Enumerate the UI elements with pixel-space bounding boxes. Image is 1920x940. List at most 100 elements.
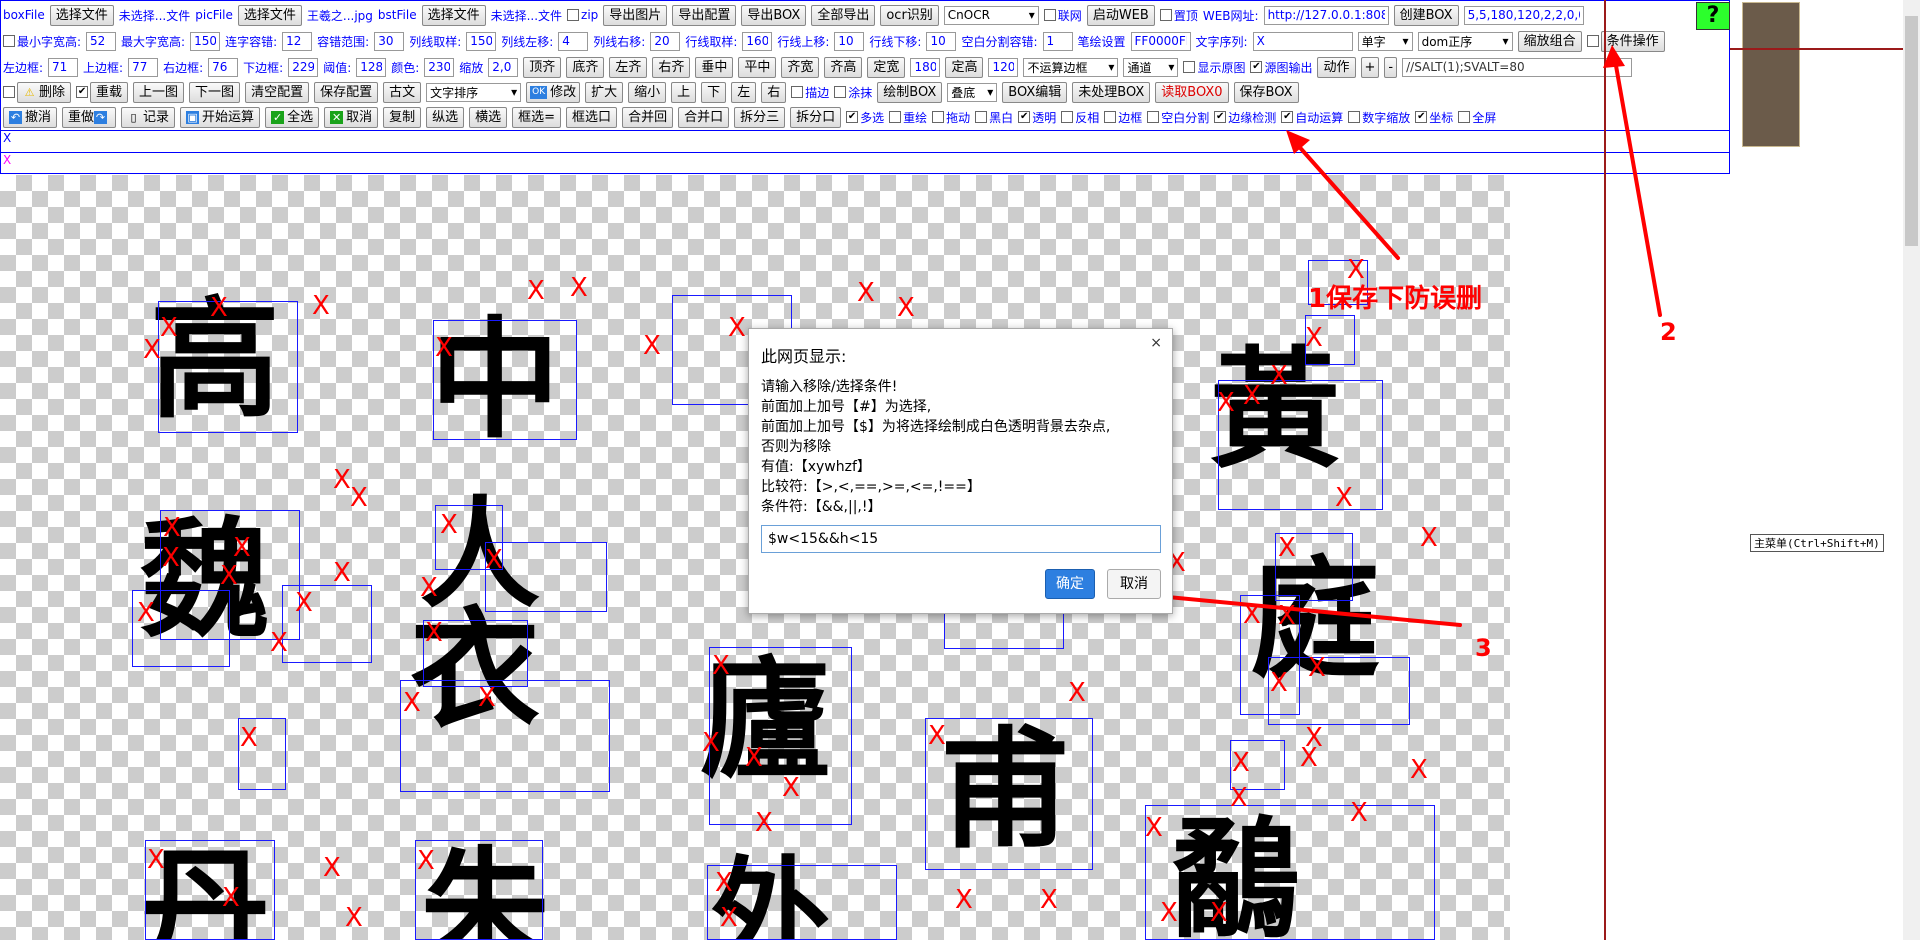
export-all-button[interactable]: 全部导出 bbox=[811, 4, 876, 26]
x-mark[interactable]: X bbox=[1335, 485, 1353, 511]
pen-color-input[interactable] bbox=[1130, 31, 1191, 51]
show-original-checkbox[interactable]: 显示原图 bbox=[1183, 59, 1245, 76]
color-input[interactable] bbox=[424, 57, 455, 77]
web-url-input[interactable] bbox=[1263, 5, 1389, 25]
fullscreen-checkbox[interactable]: 全屏 bbox=[1458, 109, 1496, 126]
source-output-checkbox[interactable]: 源图输出 bbox=[1250, 59, 1312, 76]
x-mark[interactable]: X bbox=[220, 563, 238, 589]
outline-checkbox[interactable]: 描边 bbox=[791, 84, 829, 101]
x-mark[interactable]: X bbox=[1232, 750, 1250, 776]
vertical-select-button[interactable]: 纵选 bbox=[426, 106, 465, 128]
equal-width-button[interactable]: 齐宽 bbox=[781, 56, 820, 78]
box-edit-button[interactable]: BOX编辑 bbox=[1002, 81, 1068, 103]
col-right-input[interactable] bbox=[650, 31, 681, 51]
char-box[interactable] bbox=[485, 542, 607, 612]
save-box-button[interactable]: 保存BOX bbox=[1233, 81, 1299, 103]
text-seq-input[interactable] bbox=[1252, 31, 1353, 51]
x-mark[interactable]: X bbox=[160, 315, 178, 341]
ok-button[interactable]: 确定 bbox=[1045, 569, 1095, 599]
text-sort-select[interactable]: 文字排序 ▾ bbox=[426, 82, 522, 102]
prev-image-button[interactable]: 上一图 bbox=[133, 81, 185, 103]
border-calc-select[interactable]: 不运算边框 ▾ bbox=[1023, 57, 1119, 77]
x-mark[interactable]: X bbox=[1350, 800, 1368, 826]
x-mark[interactable]: X bbox=[222, 885, 240, 911]
coordinates-checkbox[interactable]: 坐标 bbox=[1415, 109, 1453, 126]
copy-button[interactable]: 复制 bbox=[383, 106, 422, 128]
move-down-button[interactable]: 下 bbox=[701, 81, 727, 103]
x-mark[interactable]: X bbox=[1270, 363, 1288, 389]
unprocessed-box-button[interactable]: 未处理BOX bbox=[1072, 81, 1151, 103]
x-mark[interactable]: X bbox=[312, 293, 330, 319]
drag-checkbox[interactable]: 拖动 bbox=[932, 109, 970, 126]
x-mark[interactable]: X bbox=[417, 848, 435, 874]
x-mark[interactable]: X bbox=[420, 575, 438, 601]
undo-button[interactable]: ↶ 撤消 bbox=[3, 106, 58, 128]
choose-pic-file-button[interactable]: 选择文件 bbox=[237, 4, 302, 26]
choose-box-file-button[interactable]: 选择文件 bbox=[49, 4, 114, 26]
plus-button[interactable]: + bbox=[1360, 56, 1380, 78]
align-top-button[interactable]: 顶齐 bbox=[523, 56, 562, 78]
move-right-button[interactable]: 右 bbox=[761, 81, 787, 103]
salt-expression-input[interactable] bbox=[1402, 57, 1633, 77]
save-config-button[interactable]: 保存配置 bbox=[314, 81, 379, 103]
x-mark[interactable]: X bbox=[1278, 535, 1296, 561]
x-mark[interactable]: X bbox=[478, 685, 496, 711]
tol-range-input[interactable] bbox=[374, 31, 405, 51]
x-mark[interactable]: X bbox=[755, 810, 773, 836]
x-mark[interactable]: X bbox=[570, 275, 588, 301]
x-mark[interactable]: X bbox=[425, 620, 443, 646]
scrollbar-thumb[interactable] bbox=[1905, 16, 1918, 246]
threshold-input[interactable] bbox=[356, 57, 387, 77]
x-mark[interactable]: X bbox=[210, 295, 228, 321]
start-web-button[interactable]: 启动WEB bbox=[1086, 4, 1155, 26]
stack-bottom-select[interactable]: 叠底 ▾ bbox=[947, 82, 998, 102]
x-mark[interactable]: X bbox=[270, 630, 288, 656]
equal-height-button[interactable]: 齐高 bbox=[824, 56, 863, 78]
x-mark[interactable]: X bbox=[323, 855, 341, 881]
x-mark[interactable]: X bbox=[857, 280, 875, 306]
auto-calc-checkbox[interactable]: 自动运算 bbox=[1281, 109, 1343, 126]
zoom-combine-button[interactable]: 缩放组合 bbox=[1517, 30, 1582, 52]
x-mark[interactable]: X bbox=[147, 847, 165, 873]
enlarge-button[interactable]: 扩大 bbox=[585, 81, 624, 103]
pin-top-checkbox[interactable]: 置顶 bbox=[1159, 7, 1198, 24]
cancel-select-button[interactable]: ✕ 取消 bbox=[324, 106, 379, 128]
fix-width-button[interactable]: 定宽 bbox=[867, 56, 906, 78]
right-margin-input[interactable] bbox=[208, 57, 239, 77]
delete-checkbox[interactable] bbox=[3, 86, 15, 98]
image-thumbnail[interactable] bbox=[1742, 2, 1800, 147]
x-mark[interactable]: X bbox=[345, 905, 363, 931]
char-box[interactable] bbox=[925, 718, 1093, 870]
x-mark[interactable]: X bbox=[712, 653, 730, 679]
reload-checkbox[interactable] bbox=[76, 86, 89, 98]
x-mark[interactable]: X bbox=[440, 512, 458, 538]
clear-config-button[interactable]: 清空配置 bbox=[245, 81, 310, 103]
condition-input[interactable]: $w<15&&h<15 bbox=[761, 525, 1161, 553]
modify-button[interactable]: OK 修改 bbox=[526, 81, 581, 103]
min-width-input[interactable] bbox=[86, 31, 117, 51]
multi-select-checkbox[interactable]: 多选 bbox=[846, 109, 884, 126]
x-mark[interactable]: X bbox=[643, 333, 661, 359]
edge-detect-checkbox[interactable]: 边缘检测 bbox=[1214, 109, 1276, 126]
fix-width-input[interactable] bbox=[910, 57, 941, 77]
left-margin-input[interactable] bbox=[48, 57, 79, 77]
main-menu-hint[interactable]: 主菜单(Ctrl+Shift+M) bbox=[1750, 534, 1884, 552]
close-icon[interactable]: × bbox=[1150, 335, 1162, 351]
x-mark[interactable]: X bbox=[137, 600, 155, 626]
x-mark[interactable]: X bbox=[1410, 757, 1428, 783]
delete-button[interactable]: ⚠ 删除 bbox=[17, 81, 72, 103]
top-margin-input[interactable] bbox=[128, 57, 159, 77]
x-mark[interactable]: X bbox=[162, 545, 180, 571]
draw-box-button[interactable]: 绘制BOX bbox=[877, 81, 943, 103]
x-mark[interactable]: X bbox=[527, 278, 545, 304]
split-frame-button[interactable]: 拆分口 bbox=[790, 106, 842, 128]
blank-split-checkbox[interactable]: 空白分割 bbox=[1147, 109, 1209, 126]
zip-checkbox[interactable]: zip bbox=[567, 8, 598, 22]
create-box-button[interactable]: 创建BOX bbox=[1393, 4, 1459, 26]
black-white-checkbox[interactable]: 黑白 bbox=[975, 109, 1013, 126]
row-sample-input[interactable] bbox=[742, 31, 773, 51]
x-mark[interactable]: X bbox=[1210, 900, 1228, 926]
x-mark[interactable]: X bbox=[1305, 725, 1323, 751]
transparent-checkbox[interactable]: 透明 bbox=[1018, 109, 1056, 126]
cancel-button[interactable]: 取消 bbox=[1107, 569, 1161, 599]
